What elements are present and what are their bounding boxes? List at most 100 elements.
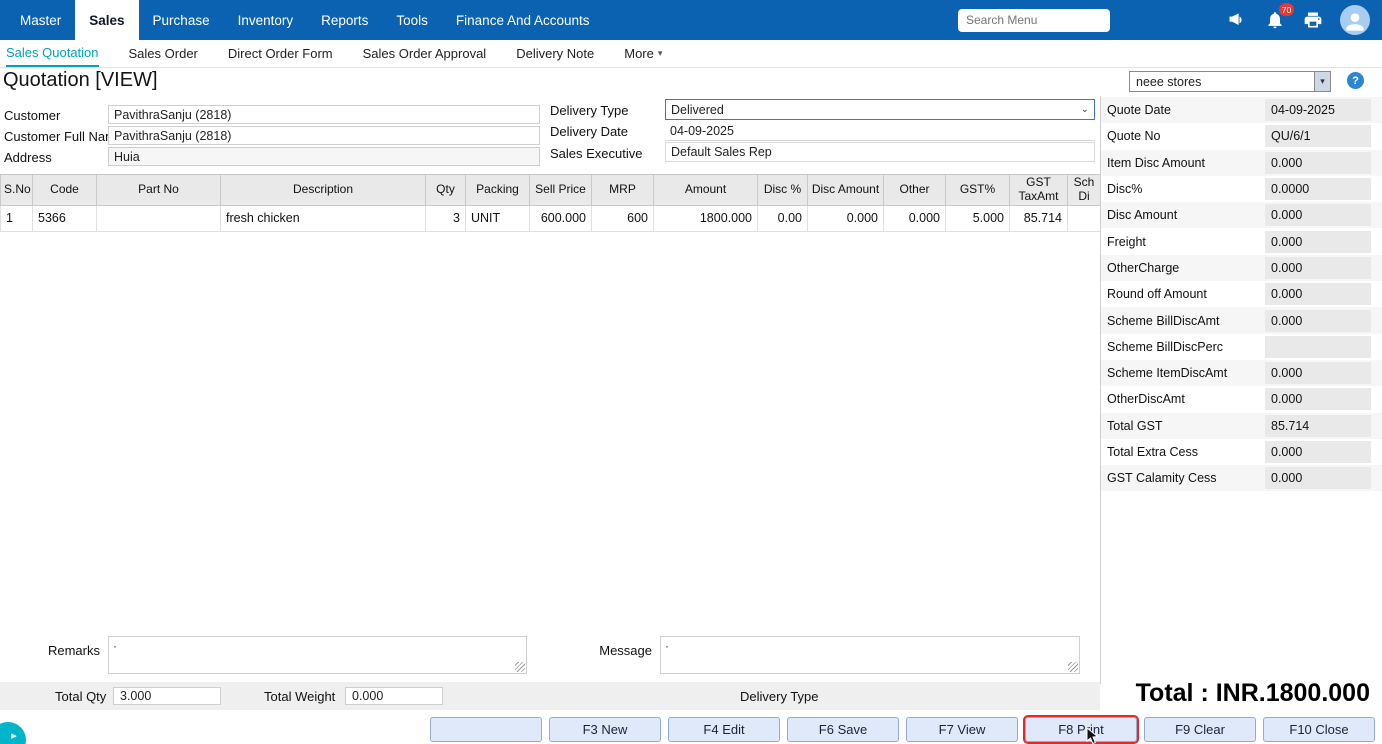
customer-input[interactable] bbox=[108, 105, 540, 124]
f7-view-button[interactable]: F7 View bbox=[906, 716, 1018, 742]
message-field-wrap bbox=[660, 636, 1080, 674]
column-header-qty: Qty bbox=[425, 174, 466, 206]
subnav-sales-quotation[interactable]: Sales Quotation bbox=[6, 40, 99, 67]
f10-close-button[interactable]: F10 Close bbox=[1263, 716, 1375, 742]
column-header-gst-taxamt: GST TaxAmt bbox=[1009, 174, 1068, 206]
delivery-type-select[interactable]: Delivered ⌄ bbox=[665, 99, 1095, 120]
mouse-cursor-icon bbox=[1086, 726, 1099, 744]
summary-row-gst-calamity-cess: GST Calamity Cess 0.000 bbox=[1101, 465, 1382, 492]
customer-full-name-input[interactable] bbox=[108, 126, 540, 145]
delivery-date-field[interactable]: 04-09-2025 bbox=[665, 121, 1095, 141]
cell-disc-amount: 0.000 bbox=[807, 204, 884, 232]
address-input[interactable] bbox=[108, 147, 540, 166]
summary-row-item-disc-amount: Item Disc Amount 0.000 bbox=[1101, 149, 1382, 176]
summary-row-disc-pct: Disc% 0.0000 bbox=[1101, 176, 1382, 202]
cell-part-no bbox=[96, 204, 221, 232]
summary-value: 0.000 bbox=[1265, 151, 1371, 174]
summary-value: 0.000 bbox=[1265, 388, 1371, 411]
summary-label: Total GST bbox=[1107, 418, 1163, 433]
summary-row-freight: Freight 0.000 bbox=[1101, 228, 1382, 254]
nav-item-sales[interactable]: Sales bbox=[75, 0, 139, 40]
summary-value: 0.000 bbox=[1265, 362, 1371, 385]
column-header-packing: Packing bbox=[465, 174, 530, 206]
total-weight-input[interactable] bbox=[345, 687, 443, 705]
nav-item-tools[interactable]: Tools bbox=[382, 0, 442, 40]
cell-disc-pct: 0.00 bbox=[757, 204, 808, 232]
cell-other: 0.000 bbox=[883, 204, 946, 232]
remarks-textarea[interactable] bbox=[108, 636, 527, 674]
subnav-sales-order-approval[interactable]: Sales Order Approval bbox=[363, 40, 487, 67]
quotation-view-screen: Master Sales Purchase Inventory Reports … bbox=[0, 0, 1382, 744]
f4-edit-label: F4 Edit bbox=[703, 721, 745, 737]
f7-view-label: F7 View bbox=[938, 721, 986, 737]
message-textarea[interactable] bbox=[660, 636, 1080, 674]
summary-row-scheme-item-disc-amt: Scheme ItemDiscAmt 0.000 bbox=[1101, 359, 1382, 387]
column-header-disc-amount: Disc Amount bbox=[807, 174, 884, 206]
summary-value: 04-09-2025 bbox=[1265, 99, 1371, 122]
nav-item-purchase[interactable]: Purchase bbox=[139, 0, 224, 40]
subnav-sales-order[interactable]: Sales Order bbox=[129, 40, 198, 67]
cell-gst-pct: 5.000 bbox=[945, 204, 1010, 232]
summary-label: Scheme BillDiscAmt bbox=[1107, 313, 1220, 328]
sales-executive-field[interactable]: Default Sales Rep bbox=[665, 142, 1095, 162]
summary-value: 0.000 bbox=[1265, 256, 1371, 279]
notifications-bell-icon[interactable]: 70 bbox=[1264, 3, 1294, 31]
notification-badge: 70 bbox=[1279, 3, 1294, 16]
cell-mrp: 600 bbox=[591, 204, 654, 232]
f6-save-button[interactable]: F6 Save bbox=[787, 716, 899, 742]
item-row[interactable]: 1 5366 fresh chicken 3 UNIT 600.000 600 … bbox=[0, 204, 1101, 232]
items-table: S.No Code Part No Description Qty Packin… bbox=[0, 174, 1101, 232]
cell-packing: UNIT bbox=[465, 204, 530, 232]
message-label: Message bbox=[599, 643, 652, 658]
column-header-gst-pct: GST% bbox=[945, 174, 1010, 206]
f9-clear-label: F9 Clear bbox=[1175, 721, 1225, 737]
summary-row-disc-amount: Disc Amount 0.000 bbox=[1101, 202, 1382, 229]
f8-print-button[interactable]: F8 Print bbox=[1023, 714, 1139, 744]
blank-button[interactable] bbox=[430, 716, 542, 742]
help-icon[interactable]: ? bbox=[1347, 72, 1364, 89]
cell-sch-di bbox=[1067, 204, 1101, 232]
summary-value: 0.000 bbox=[1265, 467, 1371, 490]
delivery-type-strip-label: Delivery Type bbox=[740, 689, 819, 704]
cell-gst-taxamt: 85.714 bbox=[1009, 204, 1068, 232]
remarks-field-wrap bbox=[108, 636, 527, 674]
totals-strip: Total Qty Total Weight Delivery Type bbox=[0, 682, 1100, 710]
search-input[interactable] bbox=[958, 8, 1110, 32]
printer-icon[interactable] bbox=[1302, 9, 1324, 31]
total-qty-input[interactable] bbox=[113, 687, 221, 705]
f9-clear-button[interactable]: F9 Clear bbox=[1144, 716, 1256, 742]
store-selector-caret-icon[interactable]: ▾ bbox=[1315, 71, 1331, 92]
delivery-type-value: Delivered bbox=[671, 102, 724, 117]
nav-item-finance-and-accounts[interactable]: Finance And Accounts bbox=[442, 0, 604, 40]
summary-label: OtherCharge bbox=[1107, 260, 1180, 275]
subnav-delivery-note[interactable]: Delivery Note bbox=[516, 40, 594, 67]
cell-qty: 3 bbox=[425, 204, 466, 232]
summary-label: Disc% bbox=[1107, 182, 1143, 197]
summary-row-quote-no: Quote No QU/6/1 bbox=[1101, 123, 1382, 149]
summary-label: Scheme ItemDiscAmt bbox=[1107, 366, 1228, 381]
summary-label: Quote No bbox=[1107, 129, 1161, 144]
column-header-code: Code bbox=[32, 174, 97, 206]
summary-label: GST Calamity Cess bbox=[1107, 471, 1217, 486]
f4-edit-button[interactable]: F4 Edit bbox=[668, 716, 780, 742]
subnav-more[interactable]: More ▾ bbox=[624, 40, 662, 67]
nav-item-reports[interactable]: Reports bbox=[307, 0, 382, 40]
top-nav-items: Master Sales Purchase Inventory Reports … bbox=[0, 0, 604, 40]
store-selector[interactable]: neee stores bbox=[1129, 71, 1315, 92]
user-avatar[interactable] bbox=[1340, 5, 1370, 35]
nav-item-master[interactable]: Master bbox=[6, 0, 75, 40]
subnav-direct-order-form[interactable]: Direct Order Form bbox=[228, 40, 333, 67]
summary-row-total-gst: Total GST 85.714 bbox=[1101, 412, 1382, 439]
page-title: Quotation [VIEW] bbox=[3, 69, 158, 91]
nav-item-inventory[interactable]: Inventory bbox=[224, 0, 308, 40]
total-qty-label: Total Qty bbox=[55, 689, 107, 704]
summary-value: QU/6/1 bbox=[1265, 125, 1371, 148]
corner-arrow-icon: ▸ bbox=[11, 729, 17, 742]
topbar-right: 70 bbox=[958, 3, 1382, 35]
f3-new-button[interactable]: F3 New bbox=[549, 716, 661, 742]
cell-sell-price: 600.000 bbox=[529, 204, 592, 232]
chevron-down-icon: ▾ bbox=[657, 48, 663, 58]
column-header-other: Other bbox=[883, 174, 946, 206]
announcement-icon[interactable] bbox=[1226, 9, 1248, 31]
summary-value: 0.000 bbox=[1265, 204, 1371, 227]
